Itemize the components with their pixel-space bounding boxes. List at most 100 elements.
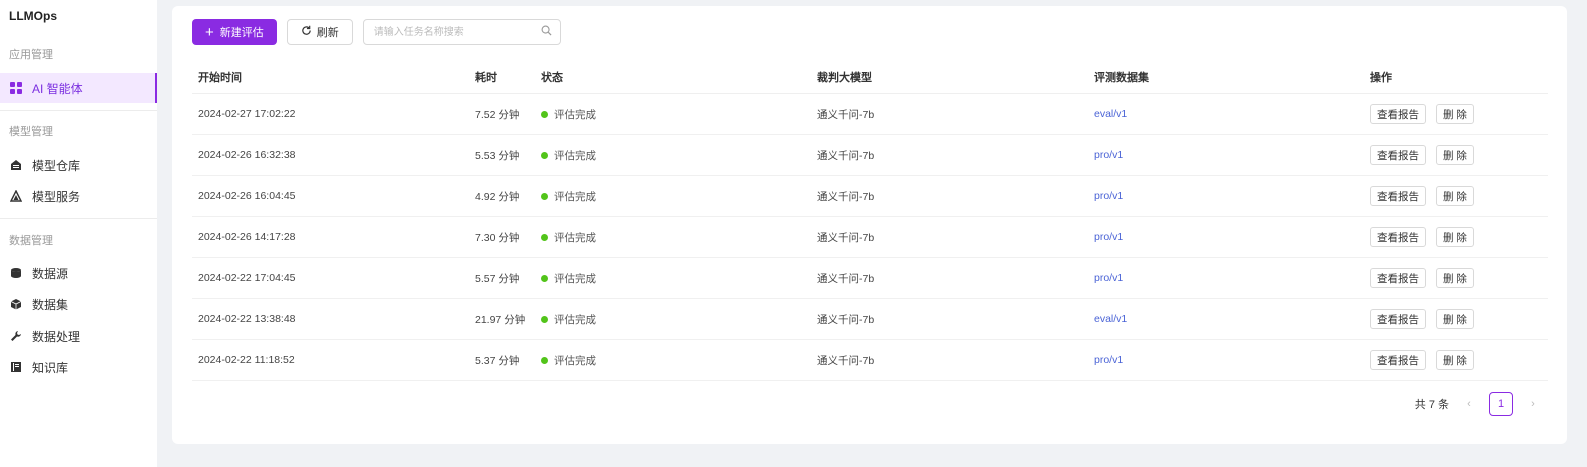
- table-row: 2024-02-22 17:04:45 5.57 分钟 评估完成 通义千问-7b pro…: [192, 257, 1548, 299]
- view-report-button[interactable]: 查看报告: [1370, 104, 1426, 124]
- status-text: 评估完成: [554, 354, 596, 367]
- prev-page-button[interactable]: ‹: [1457, 398, 1481, 410]
- view-report-button[interactable]: 查看报告: [1370, 145, 1426, 165]
- status-cell: 评估完成: [535, 257, 811, 299]
- new-evaluation-label: 新建评估: [219, 27, 264, 39]
- dataset-link[interactable]: pro/v1: [1088, 216, 1364, 258]
- column-header-actions: 操作: [1364, 61, 1548, 94]
- toolbar: + 新建评估 刷新: [192, 19, 561, 45]
- sidebar-item-label: AI 智能体: [32, 81, 83, 96]
- database-icon: [10, 267, 22, 279]
- status-text: 评估完成: [554, 272, 596, 285]
- start-time-cell: 2024-02-26 16:04:45: [192, 175, 469, 217]
- actions-cell: 查看报告删 除: [1364, 257, 1548, 299]
- status-cell: 评估完成: [535, 339, 811, 381]
- table-row: 2024-02-26 16:04:45 4.92 分钟 评估完成 通义千问-7b pro…: [192, 175, 1548, 217]
- duration-cell: 5.53 分钟: [469, 134, 535, 176]
- table-row: 2024-02-27 17:02:22 7.52 分钟 评估完成 通义千问-7b eva…: [192, 93, 1548, 135]
- sidebar-item-label: 知识库: [32, 360, 69, 375]
- sidebar-item-datasource[interactable]: 数据源: [0, 258, 157, 288]
- box-icon: [10, 298, 22, 310]
- status-dot-icon: [541, 356, 548, 364]
- search-icon[interactable]: [541, 25, 552, 39]
- duration-cell: 5.57 分钟: [469, 257, 535, 299]
- dataset-link[interactable]: pro/v1: [1088, 175, 1364, 217]
- brand-logo: LLMOps: [9, 9, 57, 23]
- delete-button[interactable]: 删 除: [1436, 145, 1474, 165]
- actions-cell: 查看报告删 除: [1364, 216, 1548, 258]
- start-time-cell: 2024-02-22 11:18:52: [192, 339, 469, 381]
- status-cell: 评估完成: [535, 93, 811, 135]
- delete-button[interactable]: 删 除: [1436, 227, 1474, 247]
- column-header-start-time: 开始时间: [192, 61, 469, 94]
- table-row: 2024-02-26 14:17:28 7.30 分钟 评估完成 通义千问-7b pro…: [192, 216, 1548, 258]
- sidebar-item-label: 模型仓库: [32, 158, 81, 173]
- sidebar-item-dataset[interactable]: 数据集: [0, 289, 157, 319]
- grid-icon: [10, 82, 22, 94]
- refresh-button[interactable]: 刷新: [286, 19, 353, 45]
- sidebar-item-ai-agent[interactable]: AI 智能体: [0, 73, 157, 103]
- start-time-cell: 2024-02-26 16:32:38: [192, 134, 469, 176]
- sidebar-item-knowledge-base[interactable]: 知识库: [0, 352, 157, 382]
- view-report-button[interactable]: 查看报告: [1370, 186, 1426, 206]
- dataset-link[interactable]: eval/v1: [1088, 93, 1364, 135]
- sidebar-item-data-process[interactable]: 数据处理: [0, 321, 157, 351]
- actions-cell: 查看报告删 除: [1364, 298, 1548, 340]
- actions-cell: 查看报告删 除: [1364, 339, 1548, 381]
- sidebar-item-model-service[interactable]: 模型服务: [0, 181, 157, 211]
- actions-cell: 查看报告删 除: [1364, 134, 1548, 176]
- column-header-dataset: 评测数据集: [1088, 61, 1364, 94]
- status-dot-icon: [541, 233, 548, 241]
- judge-model-cell: 通义千问-7b: [811, 134, 1088, 176]
- view-report-button[interactable]: 查看报告: [1370, 227, 1426, 247]
- table-header-row: 开始时间 耗时 状态 裁判大模型 评测数据集 操作: [192, 61, 1548, 94]
- dataset-link[interactable]: pro/v1: [1088, 257, 1364, 299]
- search-input[interactable]: [371, 25, 541, 39]
- refresh-label: 刷新: [316, 27, 339, 39]
- group-title-model: 模型管理: [9, 126, 53, 138]
- delete-button[interactable]: 删 除: [1436, 309, 1474, 329]
- page-number[interactable]: 1: [1489, 392, 1513, 416]
- view-report-button[interactable]: 查看报告: [1370, 350, 1426, 370]
- sidebar-item-label: 数据源: [32, 266, 69, 281]
- column-header-judge-model: 裁判大模型: [811, 61, 1088, 94]
- status-text: 评估完成: [554, 313, 596, 326]
- status-dot-icon: [541, 192, 548, 200]
- search-box: [362, 19, 561, 45]
- dataset-link[interactable]: eval/v1: [1088, 298, 1364, 340]
- start-time-cell: 2024-02-27 17:02:22: [192, 93, 469, 135]
- sidebar-item-model-repo[interactable]: 模型仓库: [0, 150, 157, 180]
- evaluation-table: 开始时间 耗时 状态 裁判大模型 评测数据集 操作 2024-02-27 17:…: [192, 61, 1548, 381]
- next-page-button[interactable]: ›: [1521, 398, 1545, 410]
- group-title-data: 数据管理: [9, 235, 53, 247]
- judge-model-cell: 通义千问-7b: [811, 175, 1088, 217]
- delete-button[interactable]: 删 除: [1436, 186, 1474, 206]
- sidebar-item-label: 模型服务: [32, 189, 81, 204]
- delete-button[interactable]: 删 除: [1436, 350, 1474, 370]
- table-row: 2024-02-22 13:38:48 21.97 分钟 评估完成 通义千问-7b ev…: [192, 298, 1548, 340]
- plus-icon: +: [205, 23, 214, 41]
- new-evaluation-button[interactable]: + 新建评估: [192, 19, 277, 45]
- total-count: 共 7 条: [1414, 399, 1449, 411]
- judge-model-cell: 通义千问-7b: [811, 339, 1088, 381]
- judge-model-cell: 通义千问-7b: [811, 298, 1088, 340]
- dataset-link[interactable]: pro/v1: [1088, 339, 1364, 381]
- start-time-cell: 2024-02-26 14:17:28: [192, 216, 469, 258]
- table-row: 2024-02-26 16:32:38 5.53 分钟 评估完成 通义千问-7b pro…: [192, 134, 1548, 176]
- status-text: 评估完成: [554, 231, 596, 244]
- group-title-app: 应用管理: [9, 49, 53, 61]
- view-report-button[interactable]: 查看报告: [1370, 268, 1426, 288]
- status-dot-icon: [541, 274, 548, 282]
- sidebar-item-label: 数据集: [32, 297, 69, 312]
- dataset-link[interactable]: pro/v1: [1088, 134, 1364, 176]
- duration-cell: 7.30 分钟: [469, 216, 535, 258]
- judge-model-cell: 通义千问-7b: [811, 93, 1088, 135]
- judge-model-cell: 通义千问-7b: [811, 257, 1088, 299]
- status-cell: 评估完成: [535, 298, 811, 340]
- divider: [0, 110, 157, 111]
- wrench-icon: [10, 330, 22, 342]
- view-report-button[interactable]: 查看报告: [1370, 309, 1426, 329]
- delete-button[interactable]: 删 除: [1436, 104, 1474, 124]
- delete-button[interactable]: 删 除: [1436, 268, 1474, 288]
- column-header-duration: 耗时: [469, 61, 535, 94]
